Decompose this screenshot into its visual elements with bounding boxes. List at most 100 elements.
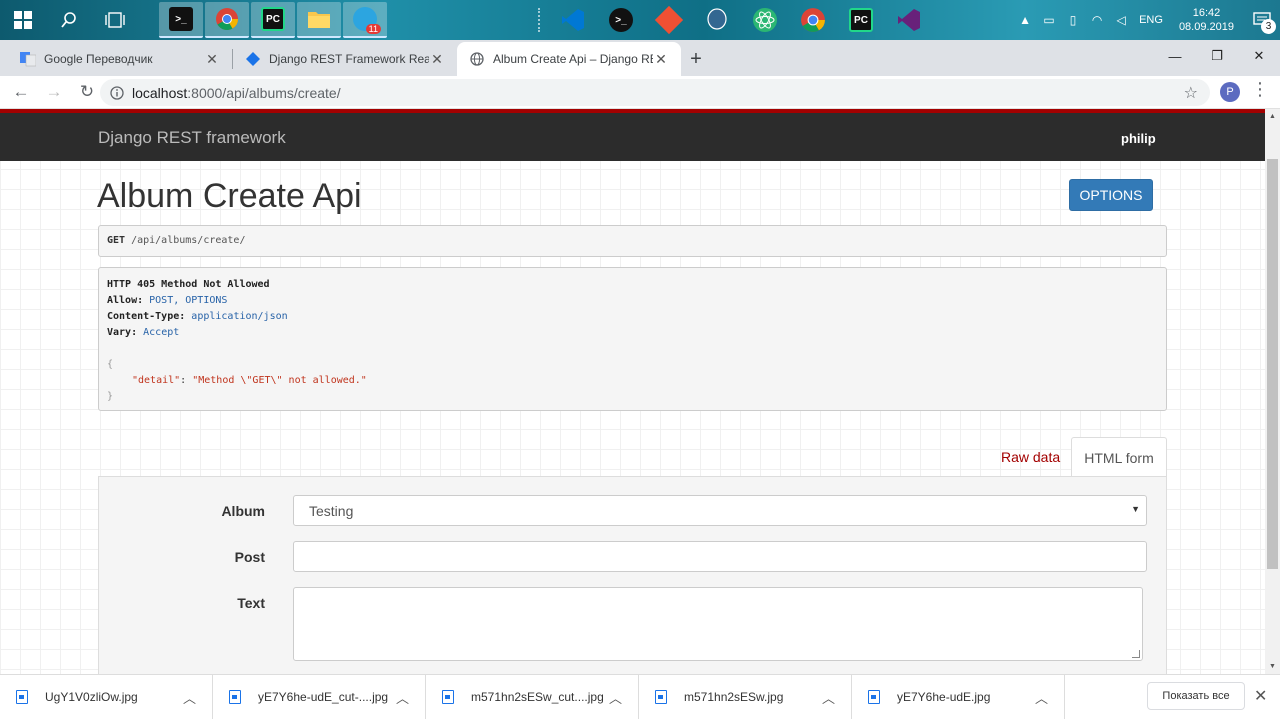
- json-line: "detail": "Method \"GET\" not allowed.": [132, 375, 367, 386]
- pinned-git[interactable]: [647, 2, 691, 38]
- pinned-pycharm[interactable]: PC: [839, 2, 883, 38]
- tab-google-translate[interactable]: Google Переводчик ✕: [8, 42, 232, 76]
- battery-icon[interactable]: ▯: [1063, 10, 1083, 30]
- scroll-up-icon[interactable]: ▲: [1265, 109, 1280, 124]
- tab-raw-data[interactable]: Raw data: [1001, 449, 1060, 465]
- pinned-postgres[interactable]: [695, 2, 739, 38]
- scroll-down-icon[interactable]: ▼: [1265, 659, 1280, 674]
- maximize-button[interactable]: ❐: [1196, 40, 1238, 72]
- post-input[interactable]: [293, 541, 1147, 572]
- search-button[interactable]: [46, 0, 92, 40]
- pycharm-icon: PC: [849, 8, 873, 32]
- chevron-up-icon[interactable]: ︿: [609, 688, 622, 707]
- notification-count: 3: [1261, 19, 1276, 34]
- image-file-icon: [229, 690, 241, 704]
- response-header: Vary: Accept: [107, 327, 180, 338]
- chevron-up-icon[interactable]: ︿: [1035, 688, 1048, 707]
- tab-close-icon[interactable]: ✕: [204, 51, 220, 68]
- taskbar-pycharm[interactable]: PC: [251, 2, 295, 38]
- volume-icon[interactable]: ◁: [1111, 10, 1131, 30]
- telegram-icon: 11: [353, 7, 381, 34]
- download-filename: m571hn2sESw.jpg: [684, 690, 784, 704]
- git-icon: [654, 5, 684, 35]
- window-controls: — ❐ ✕: [1154, 40, 1280, 72]
- chrome-icon: [216, 8, 238, 30]
- pinned-visual-studio[interactable]: [887, 2, 931, 38]
- request-path: /api/albums/create/: [125, 235, 246, 246]
- terminal-icon: >_: [169, 7, 193, 31]
- profile-avatar[interactable]: P: [1220, 82, 1240, 102]
- json-close-brace: }: [107, 391, 114, 402]
- clock-time: 16:42: [1192, 7, 1221, 19]
- taskbar-terminal[interactable]: >_: [159, 2, 203, 38]
- system-tray: ▲ ▭ ▯ ◠ ◁ ENG 16:42 08.09.2019 3: [1013, 0, 1280, 40]
- response-status: HTTP 405 Method Not Allowed: [107, 279, 270, 290]
- taskbar-chrome[interactable]: [205, 2, 249, 38]
- browser-toolbar: ← → ↻ localhost:8000/api/albums/create/ …: [0, 76, 1280, 109]
- windows-logo-icon: [14, 11, 32, 29]
- pinned-vscode[interactable]: [551, 2, 595, 38]
- tab-close-icon[interactable]: ✕: [429, 51, 445, 68]
- bookmark-star-icon[interactable]: ☆: [1184, 83, 1198, 103]
- arrow-right-icon: →: [45, 82, 63, 101]
- tab-drf-docs[interactable]: Django REST Framework Read & ✕: [233, 42, 457, 76]
- download-item[interactable]: UgY1V0zliOw.jpg ︿: [0, 674, 213, 719]
- close-window-button[interactable]: ✕: [1238, 40, 1280, 72]
- close-downloads-icon[interactable]: ✕: [1254, 686, 1267, 706]
- tab-title: Album Create Api – Django REST: [493, 52, 653, 66]
- forward-button[interactable]: →: [39, 77, 69, 107]
- taskbar-telegram[interactable]: 11: [343, 2, 387, 38]
- user-dropdown[interactable]: philip: [1121, 131, 1156, 146]
- image-file-icon: [16, 690, 28, 704]
- pinned-atom[interactable]: [743, 2, 787, 38]
- chevron-up-icon[interactable]: ▲: [1015, 10, 1035, 30]
- toolbar-grip: [538, 8, 542, 32]
- reload-button[interactable]: ↻: [72, 77, 102, 107]
- browser-menu-icon[interactable]: ⋮: [1250, 79, 1270, 105]
- download-item[interactable]: yE7Y6he-udE_cut-....jpg ︿: [213, 674, 426, 719]
- chevron-up-icon[interactable]: ︿: [822, 688, 835, 707]
- scroll-thumb[interactable]: [1267, 159, 1278, 569]
- pinned-terminal[interactable]: >_: [599, 2, 643, 38]
- download-filename: m571hn2sESw_cut....jpg: [471, 690, 604, 704]
- back-button[interactable]: ←: [6, 77, 36, 107]
- image-file-icon: [442, 690, 454, 704]
- task-view-button[interactable]: [92, 0, 138, 40]
- pinned-chrome[interactable]: [791, 2, 835, 38]
- address-bar[interactable]: localhost:8000/api/albums/create/ ☆: [100, 79, 1210, 106]
- resize-handle-icon[interactable]: [1132, 650, 1140, 658]
- url-host: localhost: [132, 84, 188, 101]
- language-indicator[interactable]: ENG: [1139, 14, 1163, 26]
- chevron-up-icon[interactable]: ︿: [183, 688, 196, 707]
- page-scrollbar[interactable]: ▲ ▼: [1265, 109, 1280, 674]
- downloads-bar: UgY1V0zliOw.jpg ︿ yE7Y6he-udE_cut-....jp…: [0, 674, 1280, 719]
- clock[interactable]: 16:42 08.09.2019: [1179, 6, 1234, 34]
- request-info: GET /api/albums/create/: [98, 225, 1167, 257]
- chevron-up-icon[interactable]: ︿: [396, 688, 409, 707]
- minimize-button[interactable]: —: [1154, 40, 1196, 72]
- tab-html-form[interactable]: HTML form: [1071, 437, 1167, 477]
- album-selected-value: Testing: [309, 503, 354, 519]
- download-item[interactable]: m571hn2sESw.jpg ︿: [639, 674, 852, 719]
- new-tab-button[interactable]: +: [681, 42, 711, 76]
- tab-close-icon[interactable]: ✕: [653, 51, 669, 68]
- tab-album-create-api[interactable]: Album Create Api – Django REST ✕: [457, 42, 681, 76]
- network-adapter-icon[interactable]: ▭: [1039, 10, 1059, 30]
- image-file-icon: [655, 690, 667, 704]
- start-button[interactable]: [0, 0, 46, 40]
- wifi-icon[interactable]: ◠: [1087, 10, 1107, 30]
- options-button[interactable]: OPTIONS: [1069, 179, 1153, 211]
- brand-link[interactable]: Django REST framework: [98, 128, 286, 148]
- text-textarea[interactable]: [293, 587, 1143, 661]
- download-item[interactable]: yE7Y6he-udE.jpg ︿: [852, 674, 1065, 719]
- task-view-icon: [105, 12, 125, 28]
- album-select[interactable]: Testing ▼: [293, 495, 1147, 526]
- taskbar-explorer[interactable]: [297, 2, 341, 38]
- show-all-downloads-button[interactable]: Показать все: [1147, 682, 1245, 710]
- download-filename: yE7Y6he-udE.jpg: [897, 690, 991, 704]
- drf-docs-icon: [245, 51, 261, 67]
- download-item[interactable]: m571hn2sESw_cut....jpg ︿: [426, 674, 639, 719]
- post-label: Post: [234, 549, 265, 565]
- action-center-button[interactable]: 3: [1244, 0, 1280, 40]
- json-open-brace: {: [107, 359, 114, 370]
